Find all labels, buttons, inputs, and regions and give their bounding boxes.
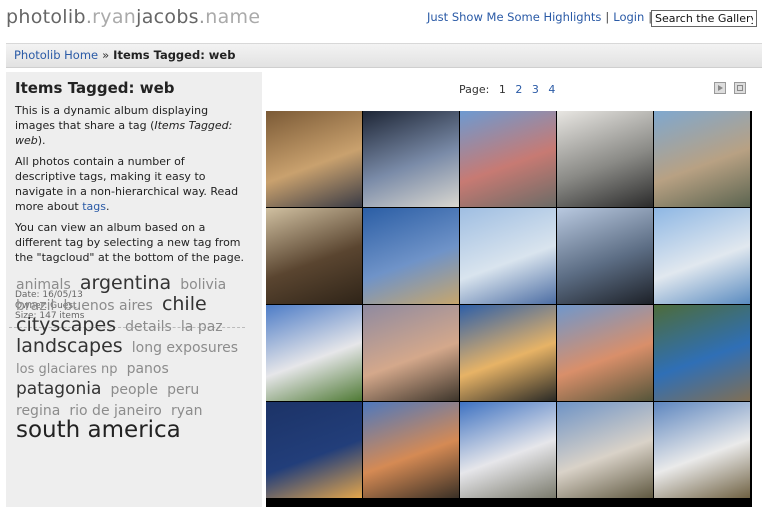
thumb-glacier-lake[interactable] bbox=[654, 208, 750, 304]
tag-link[interactable]: buenos aires bbox=[63, 298, 152, 314]
thumb-obelisk[interactable] bbox=[363, 111, 459, 207]
thumb-peaks-orange[interactable] bbox=[363, 402, 459, 498]
tag-link[interactable]: bolivia bbox=[180, 277, 226, 293]
tag-link[interactable]: long exposures bbox=[132, 340, 238, 356]
tag-cloud: animals argentina bolivia brazil buenos … bbox=[16, 272, 248, 443]
pager-page-link[interactable]: 4 bbox=[548, 83, 555, 96]
nav-separator: | bbox=[605, 10, 610, 24]
photo-grid bbox=[266, 111, 752, 507]
description-text: ). bbox=[37, 134, 46, 147]
tag-link[interactable]: south america bbox=[16, 417, 181, 443]
thumb-campsite-tent[interactable] bbox=[654, 305, 750, 401]
pager-label: Page: bbox=[459, 83, 490, 96]
description-text: . bbox=[106, 200, 110, 213]
logo-part-photolib: photolib bbox=[6, 6, 86, 28]
login-link[interactable]: Login bbox=[613, 10, 644, 24]
logo-part-name: name bbox=[205, 6, 261, 28]
tag-link[interactable]: landscapes bbox=[16, 335, 123, 357]
tag-link[interactable]: people bbox=[111, 382, 158, 398]
thumb-fitz-roy-valley[interactable] bbox=[266, 305, 362, 401]
site-logo[interactable]: photolib.ryanjacobs.name bbox=[6, 6, 260, 28]
thumb-gallery-interior[interactable] bbox=[557, 111, 653, 207]
tag-link[interactable]: argentina bbox=[80, 272, 171, 294]
thumb-golden-peaks[interactable] bbox=[460, 305, 556, 401]
thumb-night-lights[interactable] bbox=[266, 402, 362, 498]
tag-link[interactable]: details bbox=[125, 319, 172, 335]
fullscreen-icon[interactable] bbox=[734, 82, 746, 94]
tag-link[interactable]: patagonia bbox=[16, 379, 101, 399]
highlights-link[interactable]: Just Show Me Some Highlights bbox=[427, 10, 601, 24]
logo-part-jacobs: jacobs bbox=[136, 6, 199, 28]
thumb-harbor-crane[interactable] bbox=[363, 208, 459, 304]
tag-link[interactable]: chile bbox=[162, 293, 207, 315]
tag-link[interactable]: brazil bbox=[16, 298, 54, 314]
breadcrumb: Photolib Home » Items Tagged: web bbox=[6, 43, 762, 68]
tag-link[interactable]: animals bbox=[16, 277, 71, 293]
search-input[interactable] bbox=[651, 10, 757, 27]
slideshow-play-icon[interactable] bbox=[714, 82, 726, 94]
breadcrumb-separator: » bbox=[102, 48, 110, 62]
thumb-casa-rosada[interactable] bbox=[460, 111, 556, 207]
thumb-trail-sign[interactable] bbox=[654, 402, 750, 498]
album-description: This is a dynamic album displaying image… bbox=[15, 103, 247, 271]
logo-part-ryan: ryan bbox=[92, 6, 137, 28]
description-paragraph: This is a dynamic album displaying image… bbox=[15, 103, 247, 148]
tags-link[interactable]: tags bbox=[82, 200, 106, 213]
thumb-glacier-front[interactable] bbox=[460, 208, 556, 304]
thumb-ship-rigging[interactable] bbox=[266, 111, 362, 207]
description-text: All photos contain a number of descripti… bbox=[15, 155, 239, 213]
thumb-wooden-pier[interactable] bbox=[266, 208, 362, 304]
tag-link[interactable]: los glaciares np bbox=[16, 362, 117, 377]
page-title: Items Tagged: web bbox=[15, 79, 175, 97]
pager-page-link[interactable]: 3 bbox=[532, 83, 539, 96]
pager-page-link[interactable]: 2 bbox=[515, 83, 522, 96]
pagination: Page: 1 2 3 4 bbox=[459, 83, 555, 96]
thumb-city-aerial[interactable] bbox=[654, 111, 750, 207]
tag-link[interactable]: la paz bbox=[181, 319, 223, 335]
pager-current-page: 1 bbox=[498, 83, 506, 96]
tag-link[interactable]: cityscapes bbox=[16, 314, 116, 336]
thumb-mountain-dusk[interactable] bbox=[363, 305, 459, 401]
thumb-laguna-torre[interactable] bbox=[557, 402, 653, 498]
thumb-fitz-roy-sunrise[interactable] bbox=[557, 305, 653, 401]
breadcrumb-trail: Photolib Home » Items Tagged: web bbox=[14, 48, 235, 62]
breadcrumb-home-link[interactable]: Photolib Home bbox=[14, 48, 98, 62]
breadcrumb-current: Items Tagged: web bbox=[113, 48, 236, 62]
top-navigation: Just Show Me Some Highlights|Login| bbox=[427, 10, 656, 24]
thumb-lagoon-peaks[interactable] bbox=[460, 402, 556, 498]
description-paragraph: You can view an album based on a differe… bbox=[15, 221, 244, 264]
thumb-photographer-glacier[interactable] bbox=[557, 208, 653, 304]
tag-link[interactable]: peru bbox=[167, 382, 199, 398]
tag-link[interactable]: panos bbox=[127, 361, 169, 377]
description-paragraph: All photos contain a number of descripti… bbox=[15, 154, 247, 214]
